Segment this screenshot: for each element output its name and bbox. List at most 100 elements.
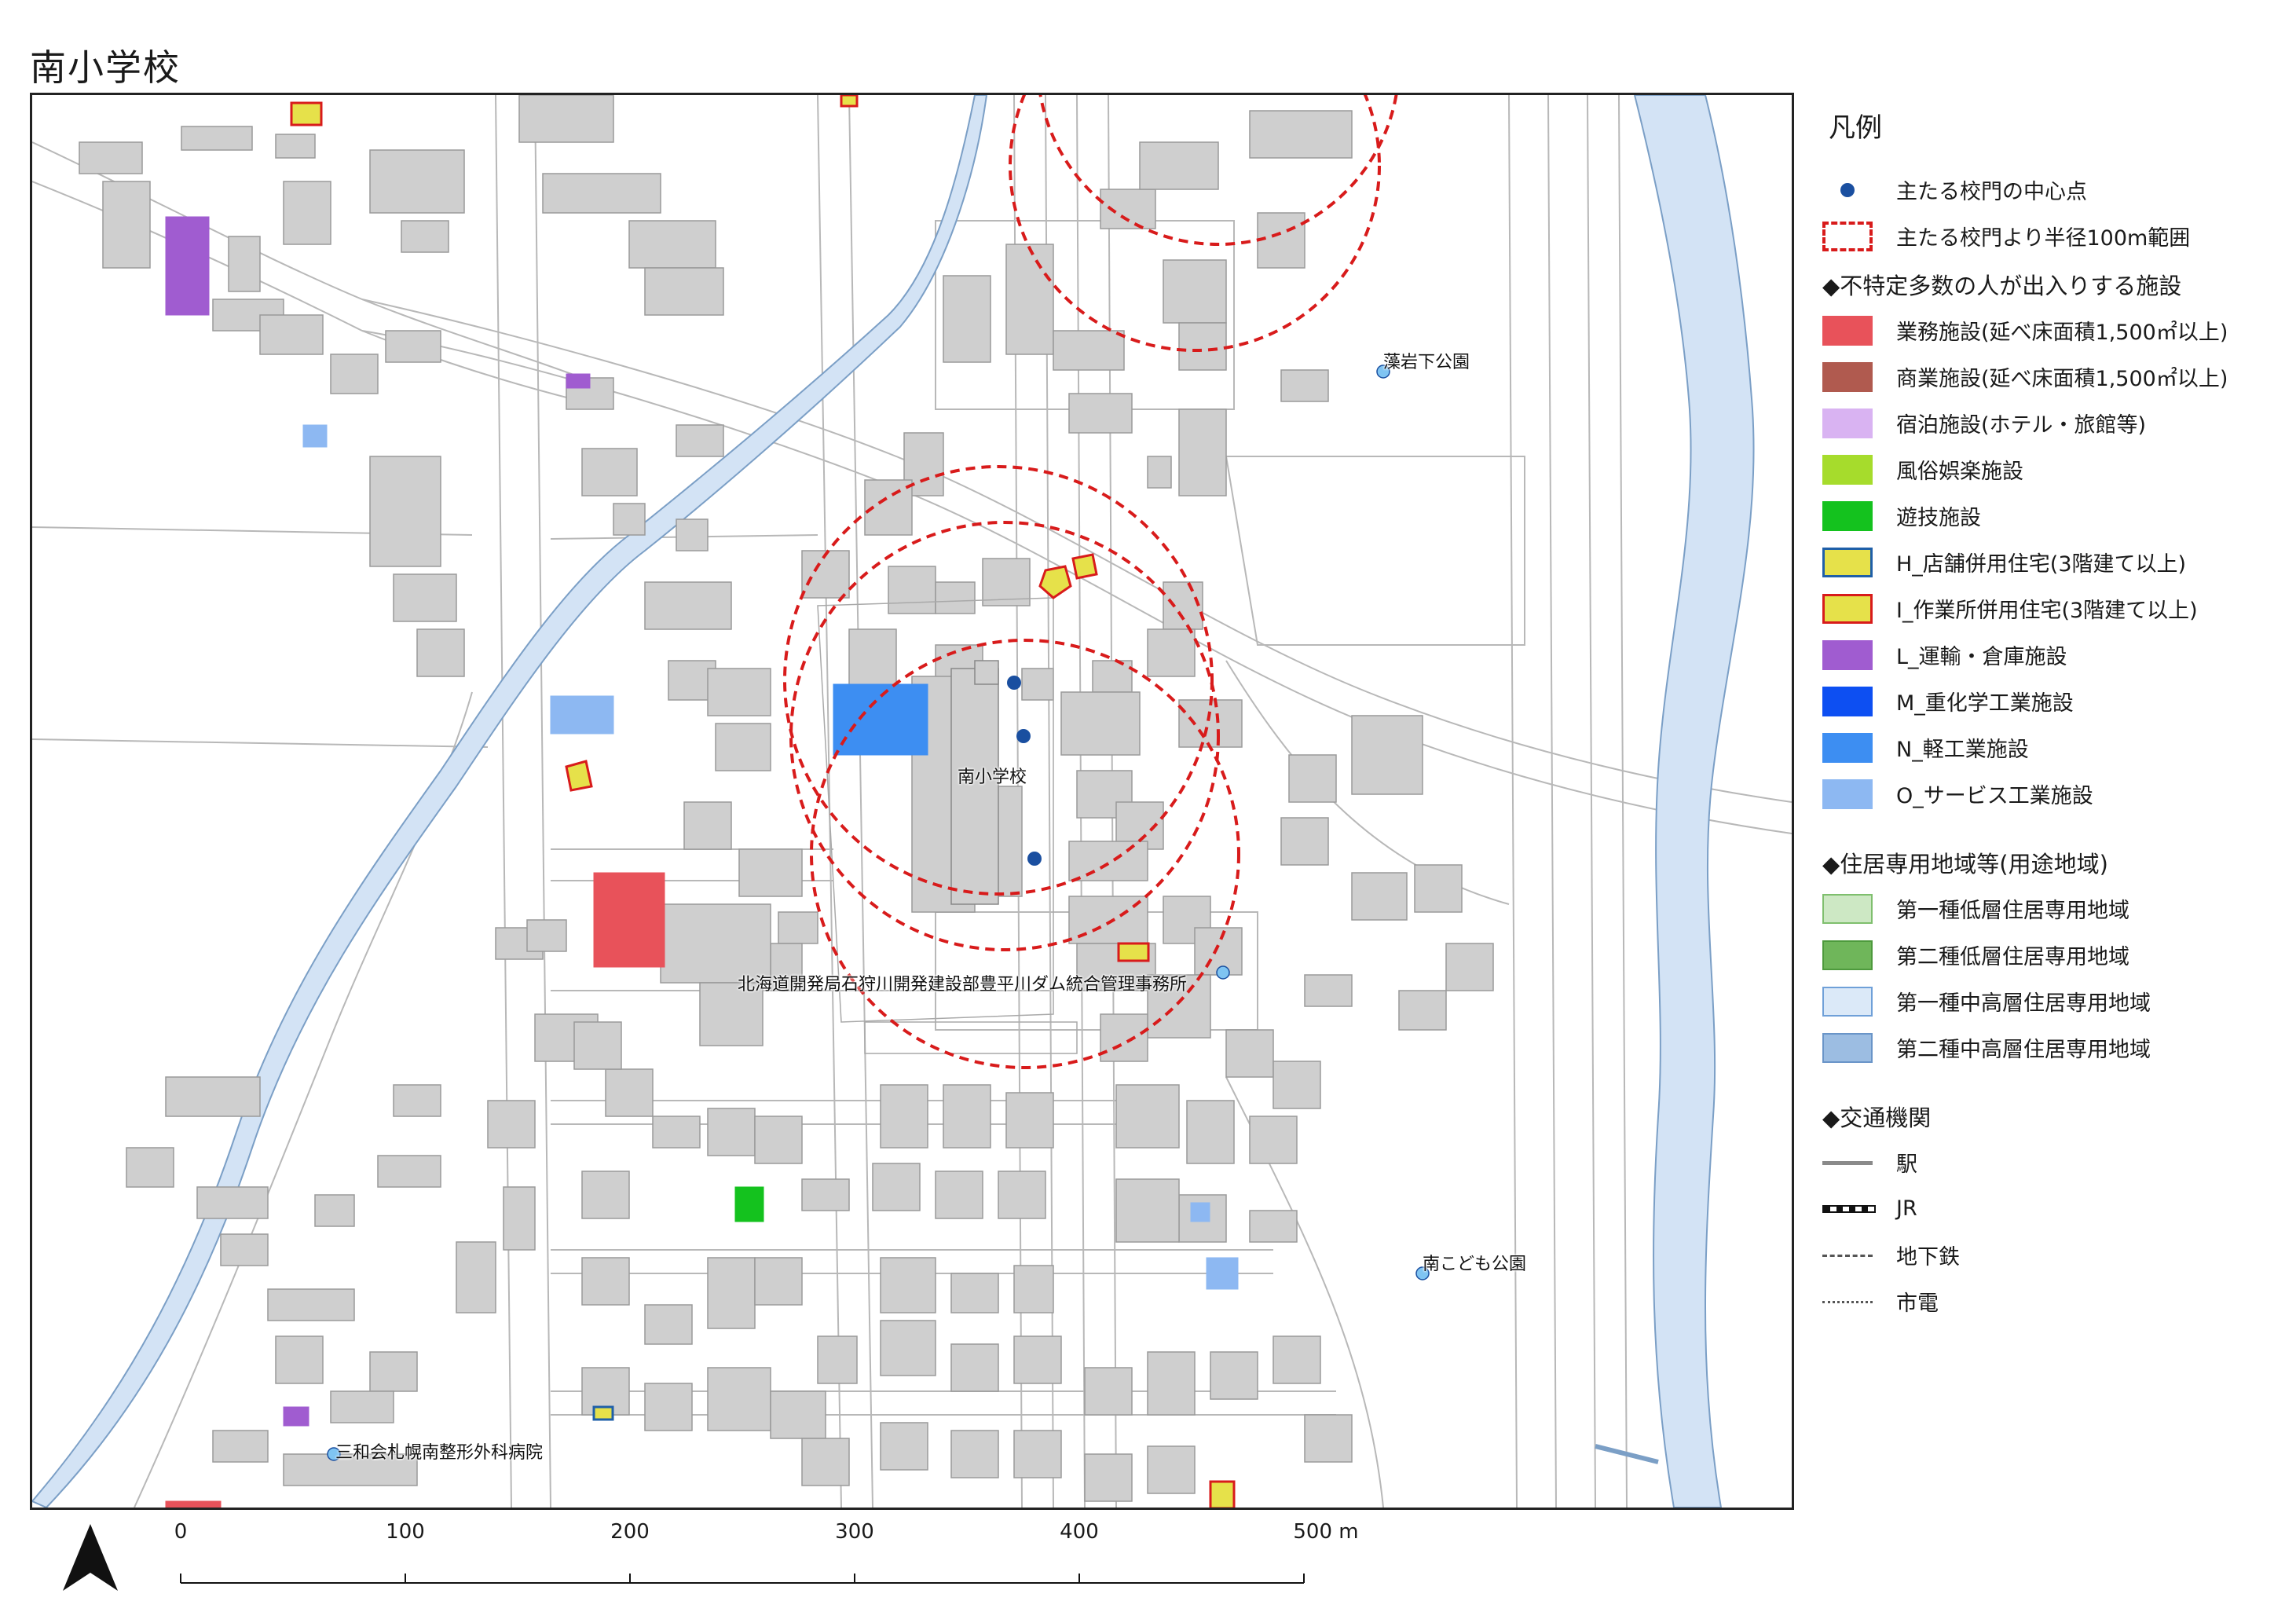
facility-swatch: [1822, 593, 1873, 624]
work-housing: [1071, 553, 1098, 580]
facility-swatch: [1822, 500, 1873, 531]
legend-label: M_重化学工業施設: [1896, 691, 2074, 716]
work-housing: [1117, 942, 1150, 962]
legend-label: H_店舗併用住宅(3階建て以上): [1896, 552, 2187, 577]
game-facility: [734, 1186, 764, 1222]
legend-zone-item: 第二種中高層住居専用地域: [1822, 1024, 2278, 1071]
legend-section-facilities: ◆不特定多数の人が出入りする施設: [1822, 272, 2182, 299]
legend-facility-item: N_軽工業施設: [1822, 724, 2278, 771]
park-label: 藻岩下公園: [1383, 353, 1470, 372]
office-facility: [593, 872, 665, 968]
gate-point: [1007, 676, 1021, 690]
legend-facility-item: M_重化学工業施設: [1822, 678, 2278, 724]
legend-label: 第二種中高層住居専用地域: [1896, 1038, 2151, 1062]
legend-transport-item: 市電: [1822, 1278, 2278, 1324]
legend-title: 凡例: [1829, 112, 1882, 144]
legend-facility-item: 風俗娯楽施設: [1822, 446, 2278, 493]
scale-bar: 0 100 200 300 400 500 m: [157, 1520, 1359, 1599]
page-title: 南小学校: [30, 46, 181, 89]
facility-swatch: [1822, 547, 1873, 577]
legend-label: 第二種低層住居専用地域: [1896, 945, 2129, 969]
service-industry: [1190, 1202, 1210, 1222]
legend-label: N_軽工業施設: [1896, 738, 2029, 762]
legend-facility-item: O_サービス工業施設: [1822, 771, 2278, 817]
facility-swatch: [1822, 779, 1873, 809]
north-arrow-icon: [63, 1524, 118, 1598]
gate-point: [1016, 729, 1031, 743]
legend-facility-item: 商業施設(延べ床面積1,500㎡以上): [1822, 354, 2278, 400]
warehouse-facility: [165, 216, 210, 316]
legend-label: 業務施設(延べ床面積1,500㎡以上): [1896, 321, 2228, 345]
scale-bar-line: [180, 1574, 1305, 1584]
legend-label: L_運輸・倉庫施設: [1896, 645, 2067, 669]
facility-swatch: [1822, 686, 1873, 716]
zone-swatch: [1822, 1032, 1873, 1063]
office-facility-bottom: [165, 1500, 222, 1508]
legend-transport-item: 駅: [1822, 1139, 2278, 1185]
legend-facility-item: 業務施設(延べ床面積1,500㎡以上): [1822, 307, 2278, 354]
facility-swatch: [1822, 408, 1873, 438]
transport-list: 駅 JR 地下鉄市電: [1822, 1139, 2278, 1324]
facility-swatch: [1822, 732, 1873, 763]
legend-section-zones: ◆住居専用地域等(用途地域): [1822, 850, 2108, 877]
warehouse-facility: [283, 1406, 309, 1427]
gate-point: [1027, 852, 1042, 866]
service-industry: [302, 424, 328, 448]
service-industry: [550, 695, 614, 735]
legend-label: JR: [1896, 1196, 1917, 1221]
legend-label: 遊技施設: [1896, 506, 1981, 530]
office-label: 北海道開発局石狩川開発建設部豊平川ダム統合管理事務所: [738, 975, 1188, 995]
legend-transport-item: 地下鉄: [1822, 1232, 2278, 1278]
legend-zone-item: 第一種中高層住居専用地域: [1822, 978, 2278, 1024]
school-label: 南小学校: [958, 768, 1027, 787]
legend-label: 地下鉄: [1896, 1245, 1960, 1269]
legend-label: 宿泊施設(ホテル・旅館等): [1896, 413, 2147, 438]
legend-gate-radius: 主たる校門より半径100m範囲: [1822, 213, 2278, 259]
zone-swatch: [1822, 893, 1873, 924]
map-frame[interactable]: 南小学校 藻岩下公園 南こども公園 北海道開発局石狩川開発建設部豊平川ダム統合管…: [30, 93, 1794, 1510]
zone-list: 第一種低層住居専用地域 第二種低層住居専用地域 第一種中高層住居専用地域 第二種中高層…: [1822, 885, 2278, 1071]
work-housing: [840, 95, 859, 108]
legend-facility-item: L_運輸・倉庫施設: [1822, 632, 2278, 678]
legend-facility-item: 宿泊施設(ホテル・旅館等): [1822, 400, 2278, 446]
legend-label: 商業施設(延べ床面積1,500㎡以上): [1896, 367, 2228, 391]
legend-label: 主たる校門より半径100m範囲: [1896, 226, 2191, 251]
shop-housing: [592, 1405, 614, 1421]
legend-label: 市電: [1896, 1291, 1939, 1316]
legend-transport-item: JR: [1822, 1185, 2278, 1232]
transport-line-icon: [1822, 1287, 1873, 1317]
facility-swatch: [1822, 361, 1873, 392]
legend-facility-item: H_店舗併用住宅(3階建て以上): [1822, 539, 2278, 585]
warehouse-facility: [566, 373, 591, 389]
office-marker: [1216, 965, 1230, 980]
river: [1633, 95, 1755, 1508]
legend-label: 主たる校門の中心点: [1896, 180, 2087, 204]
legend-zone-item: 第二種低層住居専用地域: [1822, 932, 2278, 978]
legend-label: 第一種中高層住居専用地域: [1896, 991, 2151, 1016]
map-canvas: [32, 95, 1792, 1508]
legend-label: 風俗娯楽施設: [1896, 460, 2023, 484]
transport-line-icon: [1822, 1148, 1873, 1178]
legend-label: 第一種低層住居専用地域: [1896, 899, 2129, 923]
legend-section-transport: ◆交通機関: [1822, 1104, 1932, 1131]
transport-line-icon: [1822, 1194, 1876, 1224]
facility-swatch: [1822, 454, 1873, 485]
legend-facility-item: 遊技施設: [1822, 493, 2278, 539]
legend-label: I_作業所併用住宅(3階建て以上): [1896, 599, 2198, 623]
work-housing: [565, 760, 593, 792]
legend-facility-item: I_作業所併用住宅(3階建て以上): [1822, 585, 2278, 632]
zone-swatch: [1822, 940, 1873, 970]
legend-gate-point: 主たる校門の中心点: [1822, 167, 2278, 213]
work-housing: [1038, 565, 1072, 599]
park-label: 南こども公園: [1423, 1255, 1527, 1274]
dashed-circle-icon: [1822, 221, 1873, 251]
hospital-label: 三和会札幌南整形外科病院: [335, 1443, 544, 1463]
legend-label: O_サービス工業施設: [1896, 784, 2093, 808]
work-housing: [290, 101, 323, 126]
facility-swatch: [1822, 315, 1873, 346]
facility-list: 業務施設(延べ床面積1,500㎡以上) 商業施設(延べ床面積1,500㎡以上) 宿泊…: [1822, 307, 2278, 817]
service-industry: [1206, 1257, 1239, 1290]
legend: 凡例 主たる校門の中心点 主たる校門より半径100m範囲 ◆不特定多数の人が出入…: [1822, 106, 2278, 1324]
transport-line-icon: [1822, 1240, 1873, 1270]
gate-point-icon: [1822, 175, 1873, 205]
